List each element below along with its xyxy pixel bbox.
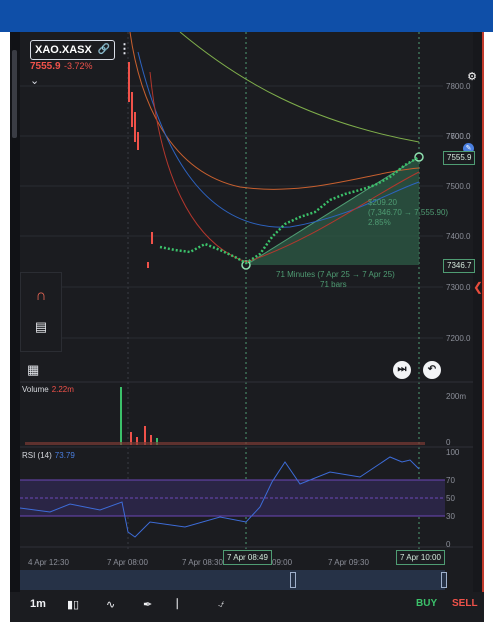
measure-range: (7,346.70 → 7,555.90) (368, 208, 449, 217)
start-price-tag: 7346.7 (443, 259, 476, 273)
indicators-icon[interactable]: ∿ (106, 598, 115, 611)
rsi-label: RSI (14) 73.79 (22, 451, 75, 460)
chart-canvas[interactable] (10, 32, 484, 622)
x-tick: 7 Apr 09:30 (328, 558, 369, 567)
symbol-price: 7555.9 (30, 61, 61, 72)
buy-button[interactable]: BUY (416, 598, 437, 609)
y-tick: 7500.0 (446, 182, 471, 191)
link-icon[interactable]: 🔗 (98, 41, 110, 59)
alert-bell-icon[interactable]: ⍻ (218, 598, 224, 611)
volume-value: 2.22m (51, 385, 74, 394)
time-navigator[interactable] (20, 570, 447, 590)
sell-button[interactable]: SELL (452, 598, 478, 609)
candlestick-icon[interactable]: ▮▯ (67, 598, 79, 611)
x-tick: 4 Apr 12:30 (28, 558, 69, 567)
volume-tick-zero: 0 (446, 438, 451, 447)
rsi-tick: 0 (446, 540, 451, 549)
bottom-toolbar (10, 592, 484, 622)
navigator-right-handle[interactable] (441, 572, 447, 588)
top-bar (0, 0, 493, 32)
rsi-value: 73.79 (54, 451, 75, 460)
rsi-tick: 70 (446, 476, 455, 485)
rsi-tick: 30 (446, 512, 455, 521)
ma-orange (129, 32, 420, 190)
volume-tick-top: 200m (446, 392, 467, 401)
skip-forward-icon[interactable]: ⏭ (393, 361, 411, 379)
trash-icon[interactable]: ▤ (21, 319, 61, 335)
interval-button[interactable]: 1m (30, 598, 46, 610)
cursor-time-tag: 7 Apr 08:49 (223, 550, 272, 565)
measure-change: $209.20 (368, 198, 397, 207)
volume-label: Volume 2.22m (22, 385, 74, 394)
x-tick: 09:00 (272, 558, 293, 567)
end-time-tag: 7 Apr 10:00 (396, 550, 445, 565)
current-price-tag: 7555.9 (443, 151, 476, 165)
measure-bars: 71 bars (320, 280, 347, 289)
x-tick: 7 Apr 08:00 (107, 558, 148, 567)
x-tick: 7 Apr 08:30 (182, 558, 223, 567)
volume-title: Volume (22, 385, 49, 394)
navigator-left-handle[interactable] (290, 572, 296, 588)
magnet-icon[interactable]: ∩ (21, 287, 61, 304)
symbol-chip[interactable]: XAO.XASX 🔗 (30, 40, 116, 60)
y-tick-7600: 7600.0 (446, 132, 471, 141)
chart-app: ❮ XAO.XASX 🔗 ⋮ 7555.9 -3.72% ⌄ ⚙ ✎ 7800.… (10, 32, 484, 622)
undo-icon[interactable]: ↶ (423, 361, 441, 379)
y-tick: 7300.0 (446, 283, 471, 292)
rsi-tick: 100 (446, 448, 460, 457)
price-candles-down (128, 62, 153, 268)
ma-green (179, 32, 420, 143)
kebab-menu-icon[interactable]: ⋮ (118, 41, 131, 57)
y-tick: 7800.0 (446, 82, 471, 91)
rsi-title: RSI (14) (22, 451, 52, 460)
volume-bars (25, 387, 425, 445)
measure-percent: 2.85% (368, 218, 391, 227)
symbol-name: XAO.XASX (35, 44, 92, 56)
brush-icon[interactable]: ✒ (143, 598, 152, 611)
drawing-toolbox: ∩ ▤ (20, 272, 62, 352)
y-tick: 7200.0 (446, 334, 471, 343)
chevron-down-icon[interactable]: ⌄ (30, 74, 39, 87)
symbol-change: -3.72% (64, 61, 93, 71)
ruler-icon[interactable]: ⎸ (177, 598, 188, 611)
rsi-tick: 50 (446, 494, 455, 503)
calendar-icon[interactable]: ▦ (27, 362, 39, 378)
measure-duration: 71 Minutes (7 Apr 25 → 7 Apr 25) (276, 270, 395, 279)
y-tick: 7400.0 (446, 232, 471, 241)
